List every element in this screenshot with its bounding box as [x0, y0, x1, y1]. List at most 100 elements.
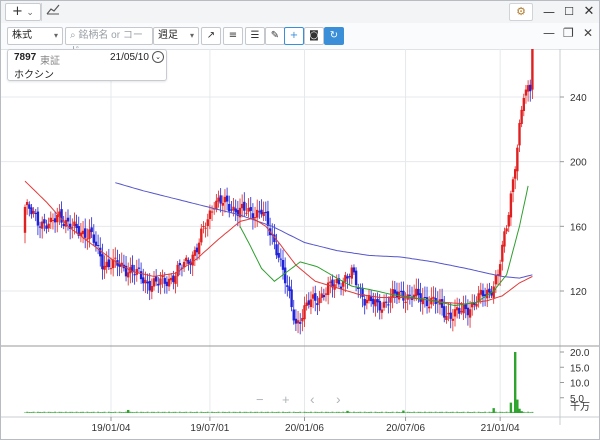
symbol-search-input[interactable]: ⌕ 銘柄名 or コード — [65, 27, 153, 57]
volume-bar — [279, 412, 282, 413]
crosshair-icon[interactable]: + — [284, 27, 304, 45]
candle-body — [137, 267, 141, 269]
volume-bar — [243, 411, 246, 413]
zoom-out-button[interactable]: − — [256, 392, 264, 407]
volume-bar — [312, 412, 315, 413]
line-chart-icon[interactable] — [41, 3, 64, 21]
price-chart[interactable]: 240200160120 20.015.010.05.0 千万 19/01/04… — [1, 49, 599, 439]
volume-bar — [176, 412, 179, 413]
candle-body — [206, 219, 209, 227]
volume-bar — [275, 411, 278, 413]
search-icon: ⌕ — [70, 30, 76, 41]
candle-body — [391, 289, 394, 298]
zoom-in-button[interactable]: + — [282, 392, 290, 407]
volume-bar — [94, 412, 97, 413]
restore-panel-icon[interactable]: ❐ — [563, 26, 574, 40]
candle-body — [372, 298, 375, 305]
minimize-icon[interactable]: — — [541, 3, 557, 21]
camera-icon[interactable]: ◙ — [304, 27, 324, 45]
volume-bar — [288, 411, 291, 413]
chevron-circle-icon[interactable]: ⌄ — [152, 51, 164, 63]
candle-body — [75, 223, 78, 229]
volume-bar — [90, 411, 93, 413]
refresh-icon[interactable]: ↻ — [324, 27, 344, 45]
volume-bar — [529, 412, 532, 413]
volume-bar — [398, 411, 401, 413]
volume-bar — [62, 412, 65, 413]
volume-bar — [144, 412, 147, 413]
candle-body — [505, 228, 508, 232]
market-select-value: 株式 — [12, 30, 32, 41]
volume-bar — [125, 411, 128, 413]
volume-bar — [234, 411, 237, 413]
volume-bar — [378, 411, 381, 413]
volume-bar — [286, 411, 289, 413]
volume-bar — [135, 411, 138, 413]
candle-body — [303, 305, 306, 320]
volume-bar — [172, 411, 175, 413]
candle-body — [346, 276, 349, 279]
minimize-panel-icon[interactable]: — — [543, 26, 555, 40]
pencil-icon[interactable]: ✎ — [265, 27, 285, 45]
candle-body — [376, 298, 379, 303]
candle-body — [148, 280, 151, 291]
volume-bar — [505, 411, 508, 413]
volume-bar — [103, 411, 106, 413]
volume-bar — [314, 411, 317, 413]
scroll-left-button[interactable]: ‹ — [310, 391, 315, 407]
volume-bar — [307, 412, 310, 413]
period-select[interactable]: 週足 ▾ — [153, 27, 199, 45]
volume-axis: 20.015.010.05.0 — [560, 348, 590, 405]
volume-bar — [211, 411, 214, 413]
text-left-icon[interactable]: ≡ — [223, 27, 243, 45]
candle-body — [419, 293, 422, 302]
chevron-down-icon: ⌄ — [26, 8, 34, 18]
candle-body — [385, 301, 388, 303]
trend-line-icon[interactable]: ↗ — [201, 27, 221, 45]
volume-bar — [365, 412, 368, 413]
candle-body — [443, 306, 446, 318]
candle-body — [157, 283, 160, 286]
candle-body — [163, 278, 166, 284]
gear-icon[interactable]: ⚙ — [509, 3, 533, 21]
date-axis: 19/01/04 19/07/01 20/01/06 20/07/06 21/01/04 — [92, 417, 520, 434]
volume-bar — [219, 412, 222, 413]
market-select[interactable]: 株式 ▾ — [7, 27, 63, 45]
candle-body — [81, 230, 85, 235]
candle-body — [86, 238, 89, 240]
volume-bar — [441, 411, 444, 413]
volume-bar — [359, 411, 362, 413]
candle-body — [417, 288, 420, 296]
candle-body — [139, 271, 143, 280]
candle-body — [486, 289, 489, 299]
ma-mid-line — [24, 180, 533, 305]
volume-bar — [325, 411, 327, 413]
maximize-icon[interactable]: ☐ — [561, 3, 577, 21]
volume-bar — [335, 411, 338, 413]
candle-body — [288, 286, 291, 291]
add-button[interactable]: + ⌄ — [5, 3, 41, 21]
volume-bar — [499, 411, 502, 413]
close-panel-icon[interactable]: ✕ — [583, 26, 593, 40]
volume-bar — [185, 411, 188, 413]
candle-body — [415, 288, 418, 297]
candle-body — [172, 275, 175, 283]
text-right-icon[interactable]: ☰ — [245, 27, 265, 45]
close-icon[interactable]: ✕ — [581, 3, 597, 21]
volume-bar — [527, 411, 530, 413]
volume-bar — [432, 412, 435, 413]
candle-body — [161, 275, 164, 278]
volume-tick-label: 20.0 — [570, 348, 590, 359]
volume-bar — [129, 411, 132, 413]
volume-bar — [178, 411, 181, 413]
candle-body — [195, 247, 199, 253]
scroll-right-button[interactable]: › — [336, 391, 341, 407]
volume-bar — [97, 411, 100, 413]
candle-body — [307, 300, 310, 305]
volume-bar — [329, 412, 332, 413]
candle-body — [481, 290, 485, 297]
candle-body — [526, 85, 530, 92]
volume-bar — [183, 411, 186, 413]
volume-bar — [374, 411, 377, 413]
candle-body — [217, 197, 220, 202]
